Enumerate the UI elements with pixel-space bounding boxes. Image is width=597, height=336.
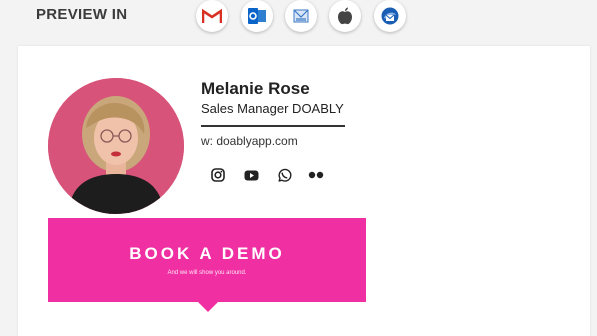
apple-preview-button[interactable] xyxy=(329,0,361,32)
preview-in-label: PREVIEW IN xyxy=(36,6,128,23)
book-demo-banner[interactable]: BOOK A DEMO And we will show you around. xyxy=(48,218,366,302)
avatar xyxy=(48,78,184,214)
apple-mail-preview-button[interactable] xyxy=(285,0,317,32)
apple-icon xyxy=(337,7,353,25)
contact-title: Sales Manager DOABLY xyxy=(201,101,344,116)
signature-preview-card: Melanie Rose Sales Manager DOABLY w: doa… xyxy=(18,46,590,336)
book-demo-subtitle: And we will show you around. xyxy=(167,270,247,276)
banner-pointer xyxy=(198,302,218,312)
gmail-icon xyxy=(202,8,222,24)
flickr-icon[interactable] xyxy=(308,167,324,183)
instagram-icon[interactable] xyxy=(210,167,226,183)
signature-divider xyxy=(201,125,345,127)
book-demo-title: BOOK A DEMO xyxy=(129,244,285,263)
contact-website: w: doablyapp.com xyxy=(201,134,298,148)
outlook-preview-button[interactable] xyxy=(241,0,273,32)
youtube-icon[interactable] xyxy=(243,167,259,183)
preview-toolbar: PREVIEW IN xyxy=(0,0,597,42)
thunderbird-icon xyxy=(380,6,400,26)
apple-mail-icon xyxy=(292,7,310,25)
outlook-icon xyxy=(247,7,267,25)
whatsapp-icon[interactable] xyxy=(276,167,292,183)
gmail-preview-button[interactable] xyxy=(196,0,228,32)
thunderbird-preview-button[interactable] xyxy=(374,0,406,32)
contact-name: Melanie Rose xyxy=(201,79,310,98)
